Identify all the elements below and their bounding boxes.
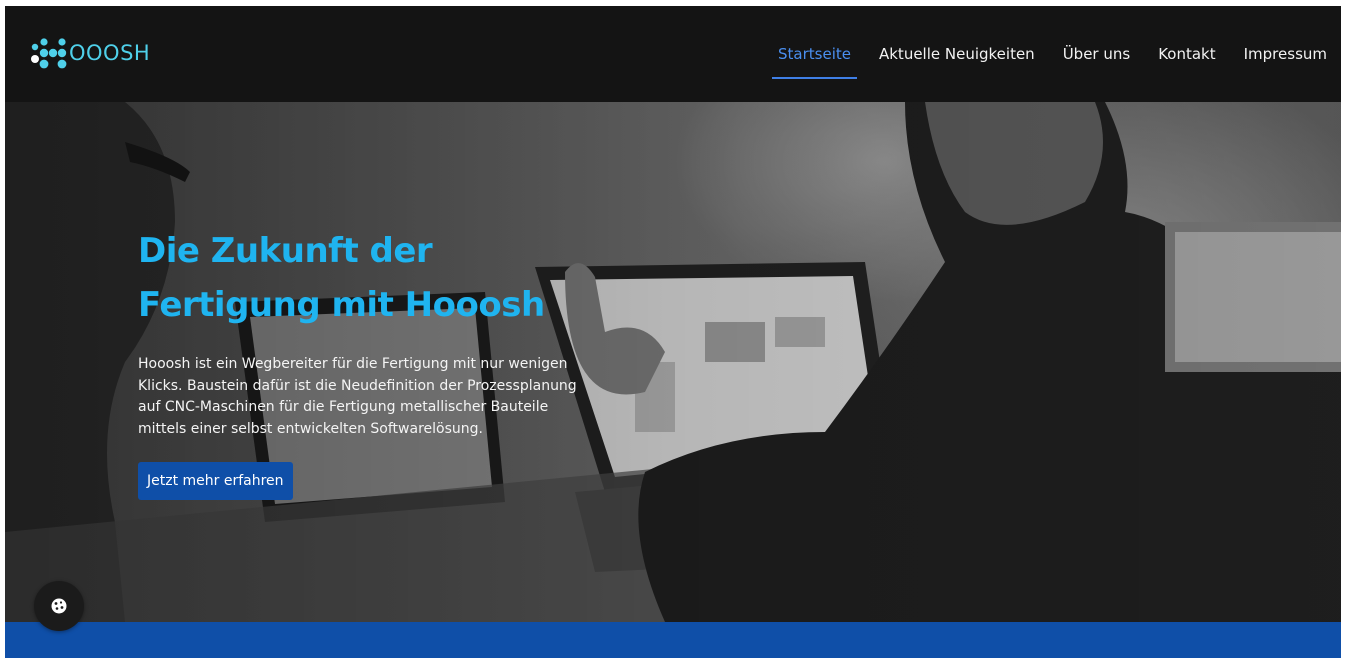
hero-title-line1: Die Zukunft der — [138, 231, 433, 271]
nav-kontakt[interactable]: Kontakt — [1144, 45, 1229, 63]
logo-mark-icon — [31, 38, 67, 69]
hero-title-line2: Fertigung mit Hooosh — [138, 285, 545, 325]
browser-viewport: OOOSH Startseite Aktuelle Neuigkeiten Üb… — [5, 6, 1341, 658]
hero-title: Die Zukunft der Fertigung mit Hooosh — [138, 224, 598, 332]
hero-description: Hooosh ist ein Wegbereiter für die Ferti… — [138, 356, 577, 437]
section-band — [5, 622, 1341, 658]
learn-more-button[interactable]: Jetzt mehr erfahren — [138, 462, 293, 500]
hero-content: Die Zukunft der Fertigung mit Hooosh Hoo… — [138, 224, 598, 500]
site-logo[interactable]: OOOSH — [31, 36, 150, 70]
site-header: OOOSH Startseite Aktuelle Neuigkeiten Üb… — [5, 6, 1341, 102]
cookie-icon — [51, 598, 67, 614]
main-nav: Startseite Aktuelle Neuigkeiten Über uns… — [764, 6, 1341, 102]
cookie-settings-button[interactable] — [34, 581, 84, 631]
nav-aktuelle-neuigkeiten[interactable]: Aktuelle Neuigkeiten — [865, 45, 1049, 63]
logo-text: OOOSH — [69, 41, 151, 65]
nav-impressum[interactable]: Impressum — [1230, 45, 1341, 63]
hero-section: Die Zukunft der Fertigung mit Hooosh Hoo… — [5, 102, 1341, 622]
nav-startseite[interactable]: Startseite — [764, 45, 865, 79]
nav-ueber-uns[interactable]: Über uns — [1049, 45, 1145, 63]
